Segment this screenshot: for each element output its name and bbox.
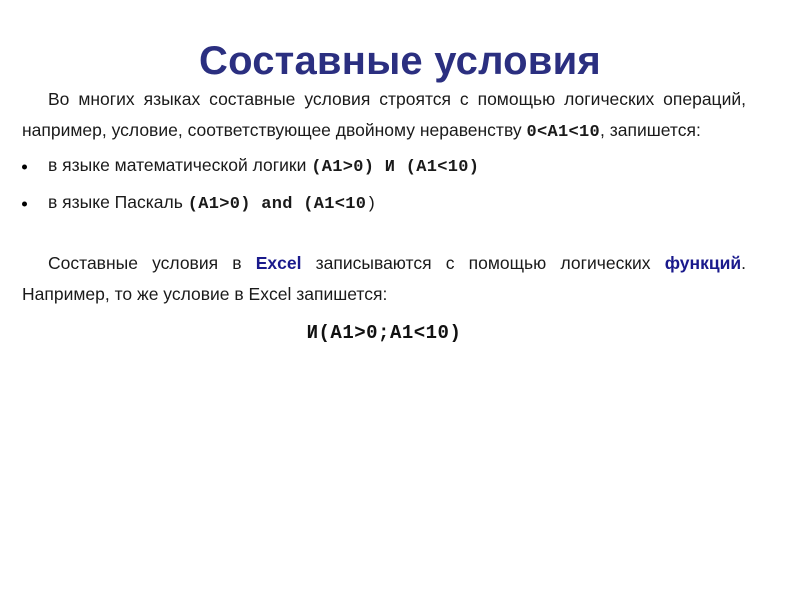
excel-keyword: Excel [255,253,302,273]
bullet-code-tail-pascal: ) [366,195,377,214]
excel-paragraph: Составные условия в Excel записываются с… [22,248,746,310]
functions-keyword: функций [664,253,742,273]
bullet-code-math-logic: (A1>0) И (A1<10) [311,158,480,177]
page-title: Составные условия [199,38,601,83]
excel-text-part-2: записываются с помощью логических [301,253,665,273]
bullet-dot-icon [22,164,27,169]
bullet-code-pascal: (A1>0) and (A1<10 [187,195,367,214]
list-item: в языке математической логики (A1>0) И (… [22,148,746,185]
slide: Составные условия Во многих языках соста… [0,0,800,600]
bullet-dot-icon [22,201,27,206]
bullet-label-pascal: в языке Паскаль [48,192,188,212]
intro-text-part-2: , запишется: [600,120,701,140]
final-formula: И(A1>0;A1<10) [306,322,462,344]
intro-paragraph: Во многих языках составные условия строя… [22,84,746,148]
inequality-expression: 0<A1<10 [526,123,600,142]
excel-text-part-1: Составные условия в [48,253,256,273]
list-item: в языке Паскаль (A1>0) and (A1<10) [22,185,746,222]
bullet-label-math-logic: в языке математической логики [48,155,312,175]
slide-body: Во многих языках составные условия строя… [22,84,746,344]
bullet-list: в языке математической логики (A1>0) И (… [22,148,746,222]
